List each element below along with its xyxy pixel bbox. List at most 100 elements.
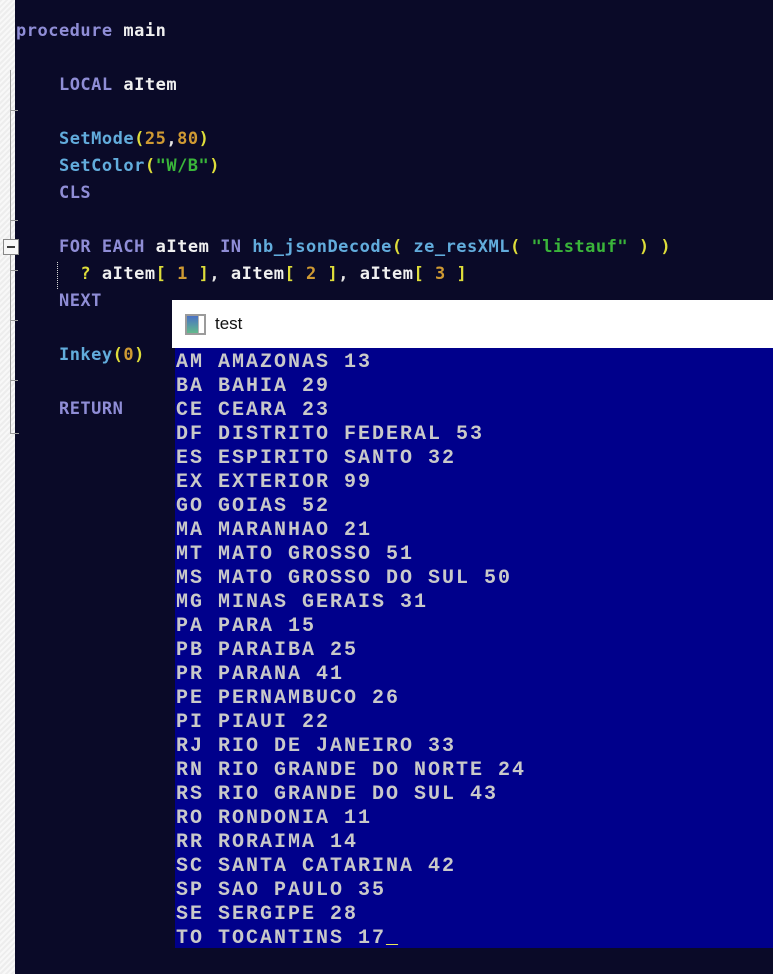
code-token: main (123, 21, 167, 41)
console-row: PR PARANA 41 (176, 663, 345, 686)
code-token: procedure (16, 21, 113, 41)
code-token: ] (327, 264, 339, 284)
code-token: aItem (155, 237, 210, 257)
screenshot-root: procedure main LOCAL aItem SetMode(25,80… (0, 0, 773, 974)
code-token: [ (413, 264, 425, 284)
code-token: 80 (177, 129, 199, 149)
code-token: LOCAL (58, 75, 113, 95)
console-cursor: _ (386, 927, 401, 948)
console-row: MS MATO GROSSO DO SUL 50 (176, 567, 513, 590)
code-token: ) (209, 156, 221, 176)
console-row: GO GOIAS 52 (176, 495, 331, 518)
console-window-icon[interactable] (185, 313, 206, 335)
code-line: CLS (16, 180, 766, 207)
code-token: SetMode (58, 129, 135, 149)
console-row: MA MARANHAO 21 (176, 519, 373, 542)
code-token: [ (284, 264, 296, 284)
fold-corner (10, 433, 19, 434)
code-token: IN (220, 237, 242, 257)
code-token: SetColor (58, 156, 145, 176)
code-token: aItem (123, 75, 178, 95)
code-token: ( (509, 237, 521, 257)
console-row: SP SAO PAULO 35 (176, 879, 387, 902)
console-titlebar[interactable]: test (172, 300, 773, 348)
code-token: ( (134, 129, 145, 149)
code-token: FOR (58, 237, 92, 257)
console-row: TO TOCANTINS 17_ (176, 927, 401, 948)
editor-fold-gutter (0, 0, 15, 974)
code-token: 3 (434, 264, 446, 284)
code-token: CLS (58, 183, 92, 203)
code-line: procedure main (16, 18, 766, 45)
console-row: RR RORAIMA 14 (176, 831, 359, 854)
code-token: aItem (359, 264, 414, 284)
code-token: ze_resXML (413, 237, 510, 257)
console-row: BA BAHIA 29 (176, 375, 331, 398)
code-token: ] (456, 264, 468, 284)
console-row: MG MINAS GERAIS 31 (176, 591, 429, 614)
indent-guide (57, 262, 58, 289)
code-token: "W/B" (155, 156, 210, 176)
code-token: ( (144, 156, 156, 176)
code-line: SetColor("W/B") (16, 153, 766, 180)
console-row: PE PERNAMBUCO 26 (176, 687, 401, 710)
code-token: ) (638, 237, 650, 257)
code-token: ) (198, 129, 210, 149)
code-token: , (209, 264, 221, 284)
code-line: SetMode(25,80) (16, 126, 766, 153)
console-window[interactable]: test AM AMAZONAS 13 BA BAHIA 29 CE CEARA 2… (172, 300, 773, 948)
console-row: RS RIO GRANDE DO SUL 43 (176, 783, 499, 806)
code-token: aItem (230, 264, 285, 284)
code-token: hb_jsonDecode (252, 237, 392, 257)
window-title: test (215, 314, 243, 333)
fold-collapse-icon[interactable] (3, 239, 19, 255)
console-row: RN RIO GRANDE DO NORTE 24 (176, 759, 527, 782)
minus-glyph (7, 246, 15, 248)
code-token: ( (391, 237, 403, 257)
code-line: FOR EACH aItem IN hb_jsonDecode( ze_resX… (16, 234, 766, 261)
code-token: , (166, 129, 178, 149)
console-row: AM AMAZONAS 13 (176, 351, 373, 374)
code-token: ) (134, 345, 145, 365)
code-token: 2 (306, 264, 317, 284)
code-token: RETURN (58, 399, 124, 419)
code-token: [ (155, 264, 167, 284)
console-row: PI PIAUI 22 (176, 711, 331, 734)
code-line: LOCAL aItem (16, 72, 766, 99)
console-row: DF DISTRITO FEDERAL 53 (176, 423, 485, 446)
code-token: , (338, 264, 350, 284)
console-screen[interactable]: AM AMAZONAS 13 BA BAHIA 29 CE CEARA 23 DF D… (172, 348, 773, 948)
console-row: RO RONDONIA 11 (176, 807, 373, 830)
console-row: RJ RIO DE JANEIRO 33 (176, 735, 457, 758)
code-line: ? aItem[ 1 ], aItem[ 2 ], aItem[ 3 ] (16, 261, 766, 288)
console-row: SE SERGIPE 28 (176, 903, 359, 926)
console-row: CE CEARA 23 (176, 399, 331, 422)
console-row: MT MATO GROSSO 51 (176, 543, 415, 566)
